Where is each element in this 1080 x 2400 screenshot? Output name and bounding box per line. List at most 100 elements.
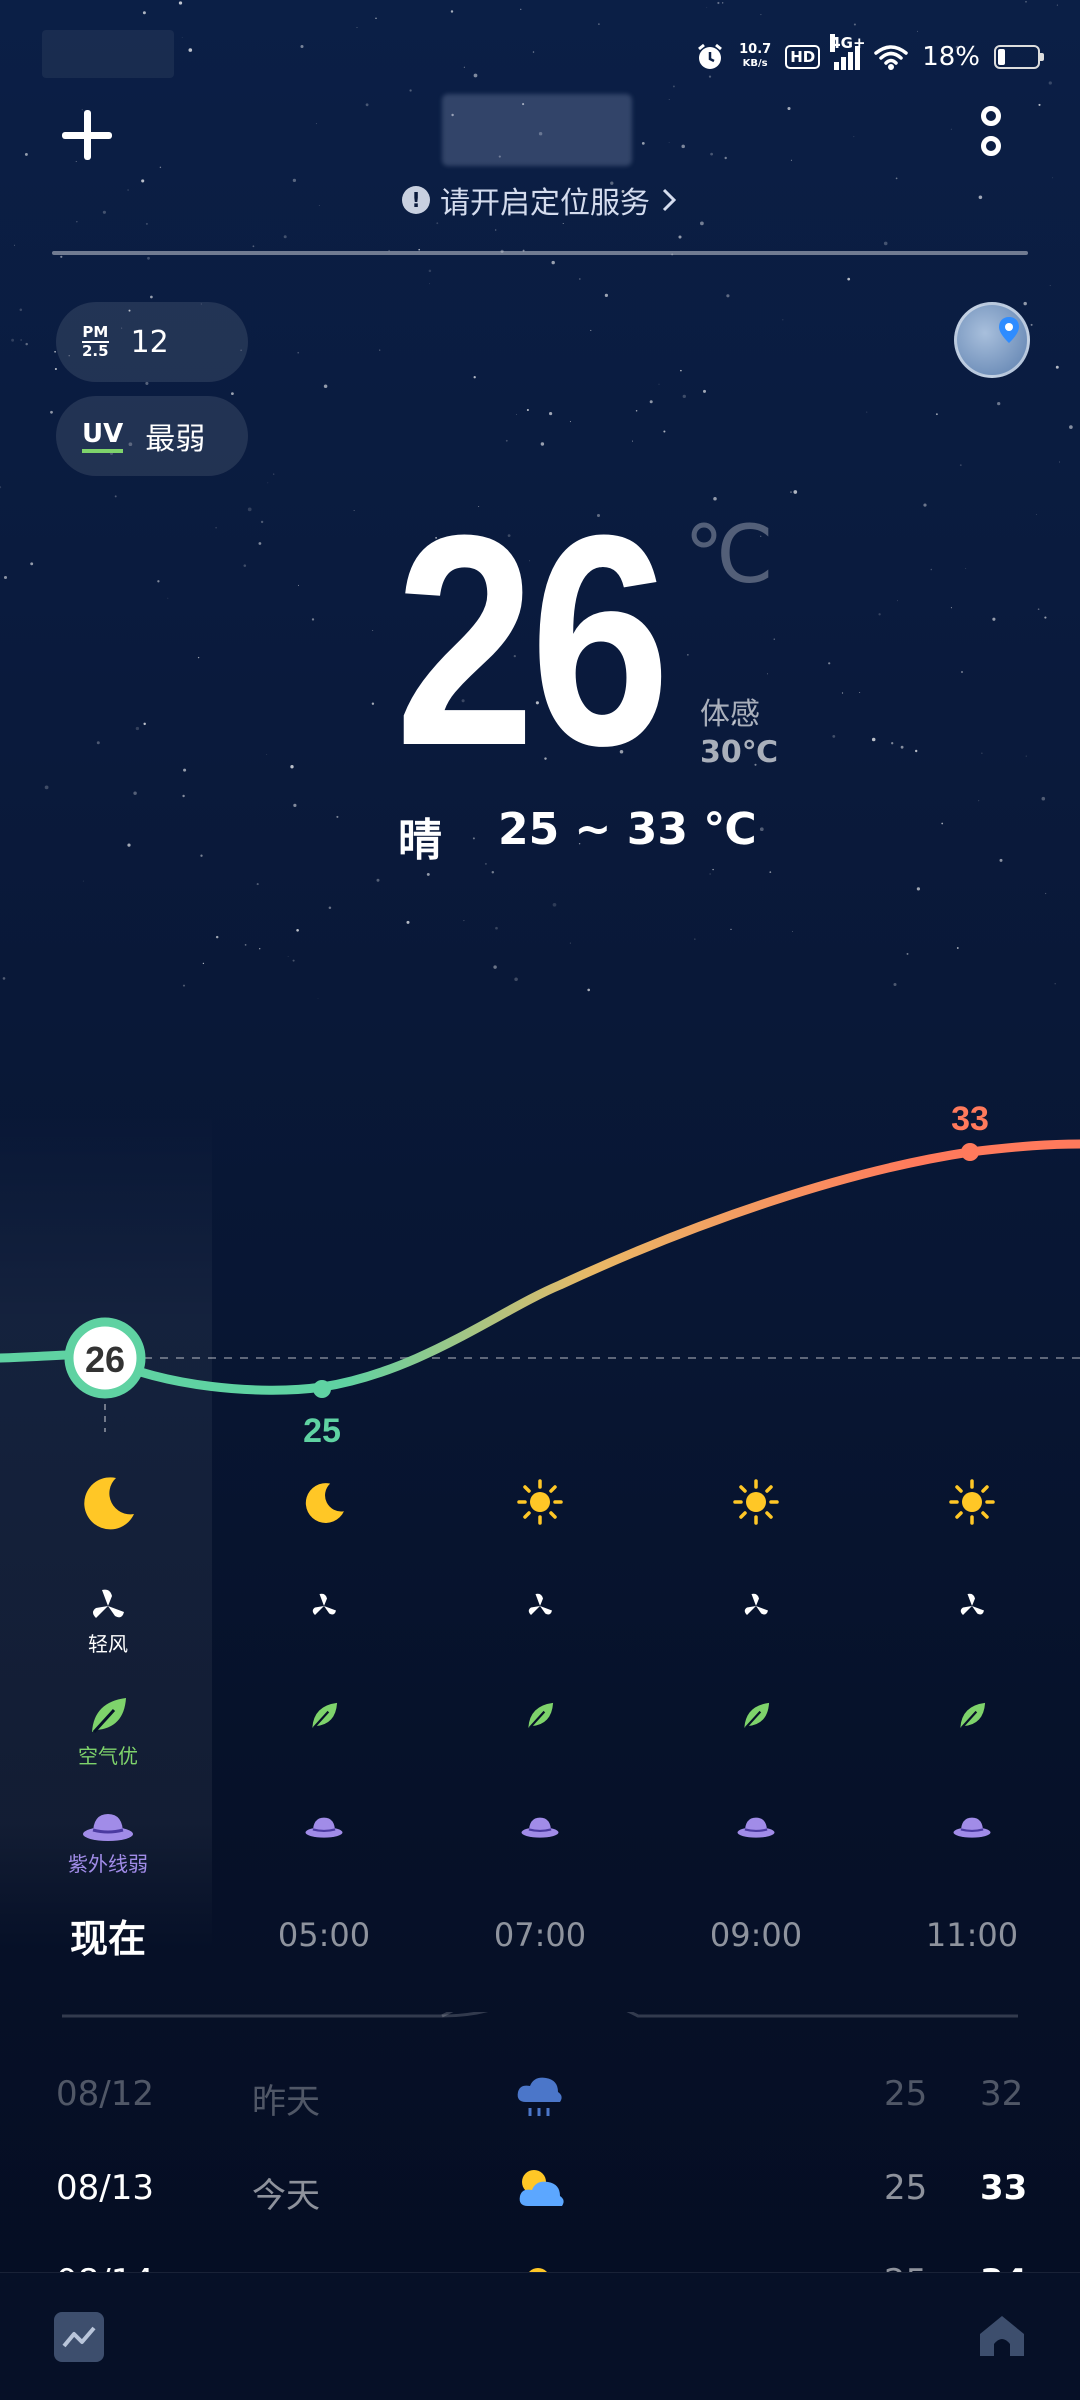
star <box>231 392 234 395</box>
star <box>726 294 730 298</box>
star <box>532 51 535 53</box>
star <box>1044 892 1047 895</box>
star <box>1025 755 1027 757</box>
star <box>259 948 261 950</box>
sun-icon <box>733 1479 779 1525</box>
star <box>243 564 247 567</box>
star <box>792 931 793 933</box>
star <box>376 878 380 882</box>
star <box>730 928 732 931</box>
star <box>473 73 478 78</box>
star <box>19 308 23 312</box>
hour-weather-1100 <box>864 1472 1080 1542</box>
star <box>82 880 84 882</box>
hourly-air-row: 空气优 <box>0 1694 1080 1774</box>
star <box>551 260 555 265</box>
star <box>11 338 15 342</box>
star <box>178 1 183 5</box>
star <box>14 244 15 246</box>
star <box>760 14 762 16</box>
star <box>379 349 381 351</box>
star <box>143 722 146 726</box>
star <box>526 408 529 412</box>
star <box>900 745 904 749</box>
pm25-value: 12 <box>130 324 169 360</box>
hourly-wind-row: 轻风 <box>0 1586 1080 1666</box>
star <box>590 329 592 331</box>
location-service-prompt[interactable]: ! 请开启定位服务 <box>0 178 1080 222</box>
star <box>992 617 996 621</box>
star <box>290 765 294 769</box>
star <box>147 256 150 260</box>
star <box>878 613 881 616</box>
hour-air <box>864 1694 1080 1774</box>
star <box>371 702 375 705</box>
uv-chip[interactable]: UV 最弱 <box>56 396 248 476</box>
trend-icon[interactable] <box>54 2312 104 2362</box>
wind-icon <box>744 1593 768 1615</box>
feels-like: 体感 30℃ <box>700 697 779 770</box>
star <box>96 741 100 745</box>
star <box>24 152 28 156</box>
star <box>150 295 153 299</box>
star <box>549 412 553 416</box>
more-icon[interactable] <box>972 100 1012 170</box>
expand-handle[interactable] <box>62 2012 1018 2052</box>
star <box>20 339 22 341</box>
partly-cloudy-icon <box>519 2170 564 2206</box>
map-button[interactable] <box>954 302 1030 378</box>
star <box>959 464 962 466</box>
star <box>505 439 508 442</box>
daily-row-yesterday[interactable]: 08/12 昨天 25 32 <box>0 2060 1080 2130</box>
daily-row-tomorrow[interactable]: 08/14 明天 25 34 <box>0 2248 1080 2274</box>
day-low: 25 <box>884 2168 928 2208</box>
sun-icon <box>517 1479 563 1525</box>
home-icon[interactable] <box>976 2310 1028 2362</box>
star <box>706 7 708 9</box>
star <box>672 85 675 88</box>
header-divider <box>52 251 1028 255</box>
hour-air <box>648 1694 864 1774</box>
star <box>950 607 952 609</box>
star <box>54 350 56 353</box>
add-city-button[interactable] <box>56 104 120 168</box>
star <box>658 383 660 385</box>
daily-row-today[interactable]: 08/13 今天 25 33 <box>0 2154 1080 2224</box>
uv-icon: UV <box>82 420 124 453</box>
time-label-now[interactable]: 现在 <box>0 1908 216 1963</box>
star <box>1054 982 1056 985</box>
time-label[interactable]: 07:00 <box>432 1916 648 1954</box>
star <box>883 241 888 246</box>
status-time-area <box>42 30 174 78</box>
star <box>562 223 564 224</box>
time-label[interactable]: 11:00 <box>864 1916 1080 1954</box>
star <box>790 491 792 493</box>
pm25-chip[interactable]: PM 2.5 12 <box>56 302 248 382</box>
city-name[interactable] <box>442 94 632 166</box>
star <box>1041 796 1046 801</box>
wind-label: 轻风 <box>88 1632 128 1656</box>
alarm-icon <box>698 43 723 69</box>
info-icon: ! <box>402 186 430 214</box>
min-temp-label: 25 <box>303 1412 341 1450</box>
hat-icon <box>83 1814 133 1841</box>
star <box>520 8 522 10</box>
star <box>328 906 332 909</box>
star <box>891 742 894 745</box>
star <box>978 800 980 802</box>
star <box>197 656 200 659</box>
star <box>323 384 328 389</box>
temperature-unit: ℃ <box>684 510 774 599</box>
star <box>428 269 432 273</box>
star <box>145 381 149 385</box>
time-label[interactable]: 09:00 <box>648 1916 864 1954</box>
star <box>2 977 6 980</box>
star <box>142 11 146 15</box>
star <box>930 568 933 571</box>
time-label[interactable]: 05:00 <box>216 1916 432 1954</box>
hour-air <box>216 1694 432 1774</box>
wind-icon <box>528 1593 552 1615</box>
star <box>687 654 689 656</box>
star <box>1069 425 1073 429</box>
star <box>495 229 497 231</box>
